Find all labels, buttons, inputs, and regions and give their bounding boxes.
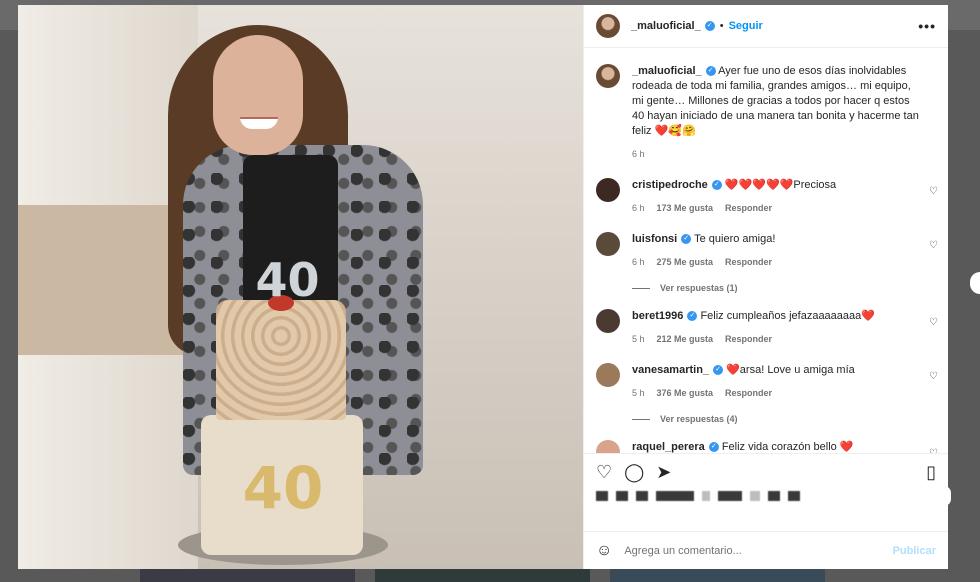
action-bar: ♡ ◯ ➤ ▯ [584, 453, 948, 491]
caption-time: 6 h [632, 149, 645, 159]
avatar[interactable] [596, 309, 620, 333]
photo-smile [240, 117, 278, 129]
photo-cake-number: 40 [242, 454, 324, 522]
reply-button[interactable]: Responder [725, 201, 772, 216]
comment-likes[interactable]: 173 Me gusta [657, 201, 714, 216]
verified-icon: ✓ [711, 180, 722, 191]
background-thumbnail [610, 568, 825, 582]
avatar[interactable] [596, 232, 620, 256]
comment-time: 6 h [632, 203, 645, 213]
comment-item: raquel_perera ✓ Feliz vida corazón bello … [596, 440, 938, 453]
verified-icon: ✓ [704, 21, 715, 31]
photo-cake-top [216, 300, 346, 420]
background-thumbnail [375, 568, 590, 582]
comment-username[interactable]: luisfonsi [632, 233, 677, 245]
avatar[interactable] [596, 363, 620, 387]
blurred-block [768, 491, 780, 501]
blurred-block [656, 491, 694, 501]
bookmark-icon[interactable]: ▯ [926, 462, 936, 483]
comment-text: Feliz cumpleaños jefazaaaaaaaa❤️ [700, 310, 875, 322]
reply-button[interactable]: Responder [725, 332, 772, 347]
caption-username[interactable]: _maluoficial_ [632, 65, 702, 77]
comment-item: vanesamartin_ ✓ ❤️arsa! Love u amiga mía … [596, 363, 938, 401]
replies-line [632, 287, 650, 289]
comment-text: Feliz vida corazón bello ❤️ [721, 441, 854, 453]
heart-icon[interactable]: ♡ [929, 448, 938, 453]
verified-icon: ✓ [687, 311, 698, 322]
blurred-block [750, 491, 760, 501]
likes-summary-blurred [584, 491, 948, 531]
heart-icon[interactable]: ♡ [596, 462, 612, 483]
comment-item: luisfonsi ✓ Te quiero amiga! 6 h 275 Me g… [596, 232, 938, 270]
view-replies-button[interactable]: Ver respuestas (1) [632, 283, 936, 293]
verified-icon: ✓ [713, 365, 724, 376]
view-replies-label: Ver respuestas (1) [660, 283, 738, 293]
heart-icon[interactable]: ♡ [929, 317, 938, 328]
view-replies-label: Ver respuestas (4) [660, 414, 738, 424]
caption: _maluoficial_ ✓ Ayer fue uno de esos días… [596, 64, 936, 162]
avatar[interactable] [596, 64, 620, 88]
comment-username[interactable]: beret1996 [632, 310, 683, 322]
comment-username[interactable]: vanesamartin_ [632, 364, 709, 376]
avatar[interactable] [596, 178, 620, 202]
comment-icon[interactable]: ◯ [624, 462, 644, 483]
comment-likes[interactable]: 275 Me gusta [657, 255, 714, 270]
comment-time: 6 h [632, 257, 645, 267]
reply-button[interactable]: Responder [725, 386, 772, 401]
blurred-block [596, 491, 608, 501]
post-photo[interactable]: 40 40 [18, 5, 583, 569]
post-modal: 40 40 _maluoficial_ ✓ • Seguir ••• _malu… [18, 5, 948, 569]
post-username[interactable]: _maluoficial_ [631, 20, 701, 32]
comment-text: ❤️arsa! Love u amiga mía [726, 364, 855, 376]
avatar[interactable] [596, 440, 620, 453]
blurred-block [616, 491, 628, 501]
blurred-block [702, 491, 710, 501]
follow-button[interactable]: Seguir [729, 20, 763, 32]
verified-icon: ✓ [681, 234, 692, 245]
post-side-panel: _maluoficial_ ✓ • Seguir ••• _maluoficia… [583, 5, 948, 569]
photo-face [213, 35, 303, 155]
more-options-icon[interactable]: ••• [918, 18, 936, 34]
heart-icon[interactable]: ♡ [929, 186, 938, 197]
add-comment-bar: ☺ Publicar [584, 531, 948, 569]
heart-icon[interactable]: ♡ [929, 371, 938, 382]
comment-likes[interactable]: 376 Me gusta [657, 386, 714, 401]
reply-button[interactable]: Responder [725, 255, 772, 270]
verified-icon: ✓ [705, 66, 716, 77]
photo-candle: 40 [255, 253, 320, 307]
comment-time: 5 h [632, 388, 645, 398]
background-thumbnail [140, 568, 355, 582]
blurred-block [788, 491, 800, 501]
comments-list[interactable]: _maluoficial_ ✓ Ayer fue uno de esos días… [584, 48, 948, 453]
verified-icon: ✓ [708, 442, 719, 453]
comment-item: beret1996 ✓ Feliz cumpleaños jefazaaaaaaa… [596, 309, 938, 347]
blurred-block [636, 491, 648, 501]
comment-text: Te quiero amiga! [694, 233, 776, 245]
comment-likes[interactable]: 212 Me gusta [657, 332, 714, 347]
separator-dot: • [719, 20, 724, 32]
share-icon[interactable]: ➤ [656, 462, 671, 483]
comment-username[interactable]: cristipedroche [632, 179, 708, 191]
publish-button[interactable]: Publicar [893, 545, 936, 557]
heart-icon[interactable]: ♡ [929, 240, 938, 251]
emoji-icon[interactable]: ☺ [596, 542, 612, 560]
comment-input[interactable] [624, 544, 893, 557]
view-replies-button[interactable]: Ver respuestas (4) [632, 414, 936, 424]
comment-time: 5 h [632, 334, 645, 344]
post-header: _maluoficial_ ✓ • Seguir ••• [584, 5, 948, 48]
replies-line [632, 418, 650, 420]
comment-text: ❤️❤️❤️❤️❤️Preciosa [724, 179, 837, 191]
avatar[interactable] [596, 14, 620, 38]
comment-item: cristipedroche ✓ ❤️❤️❤️❤️❤️Preciosa 6 h 1… [596, 178, 938, 216]
blurred-block [718, 491, 742, 501]
comment-username[interactable]: raquel_perera [632, 441, 705, 453]
